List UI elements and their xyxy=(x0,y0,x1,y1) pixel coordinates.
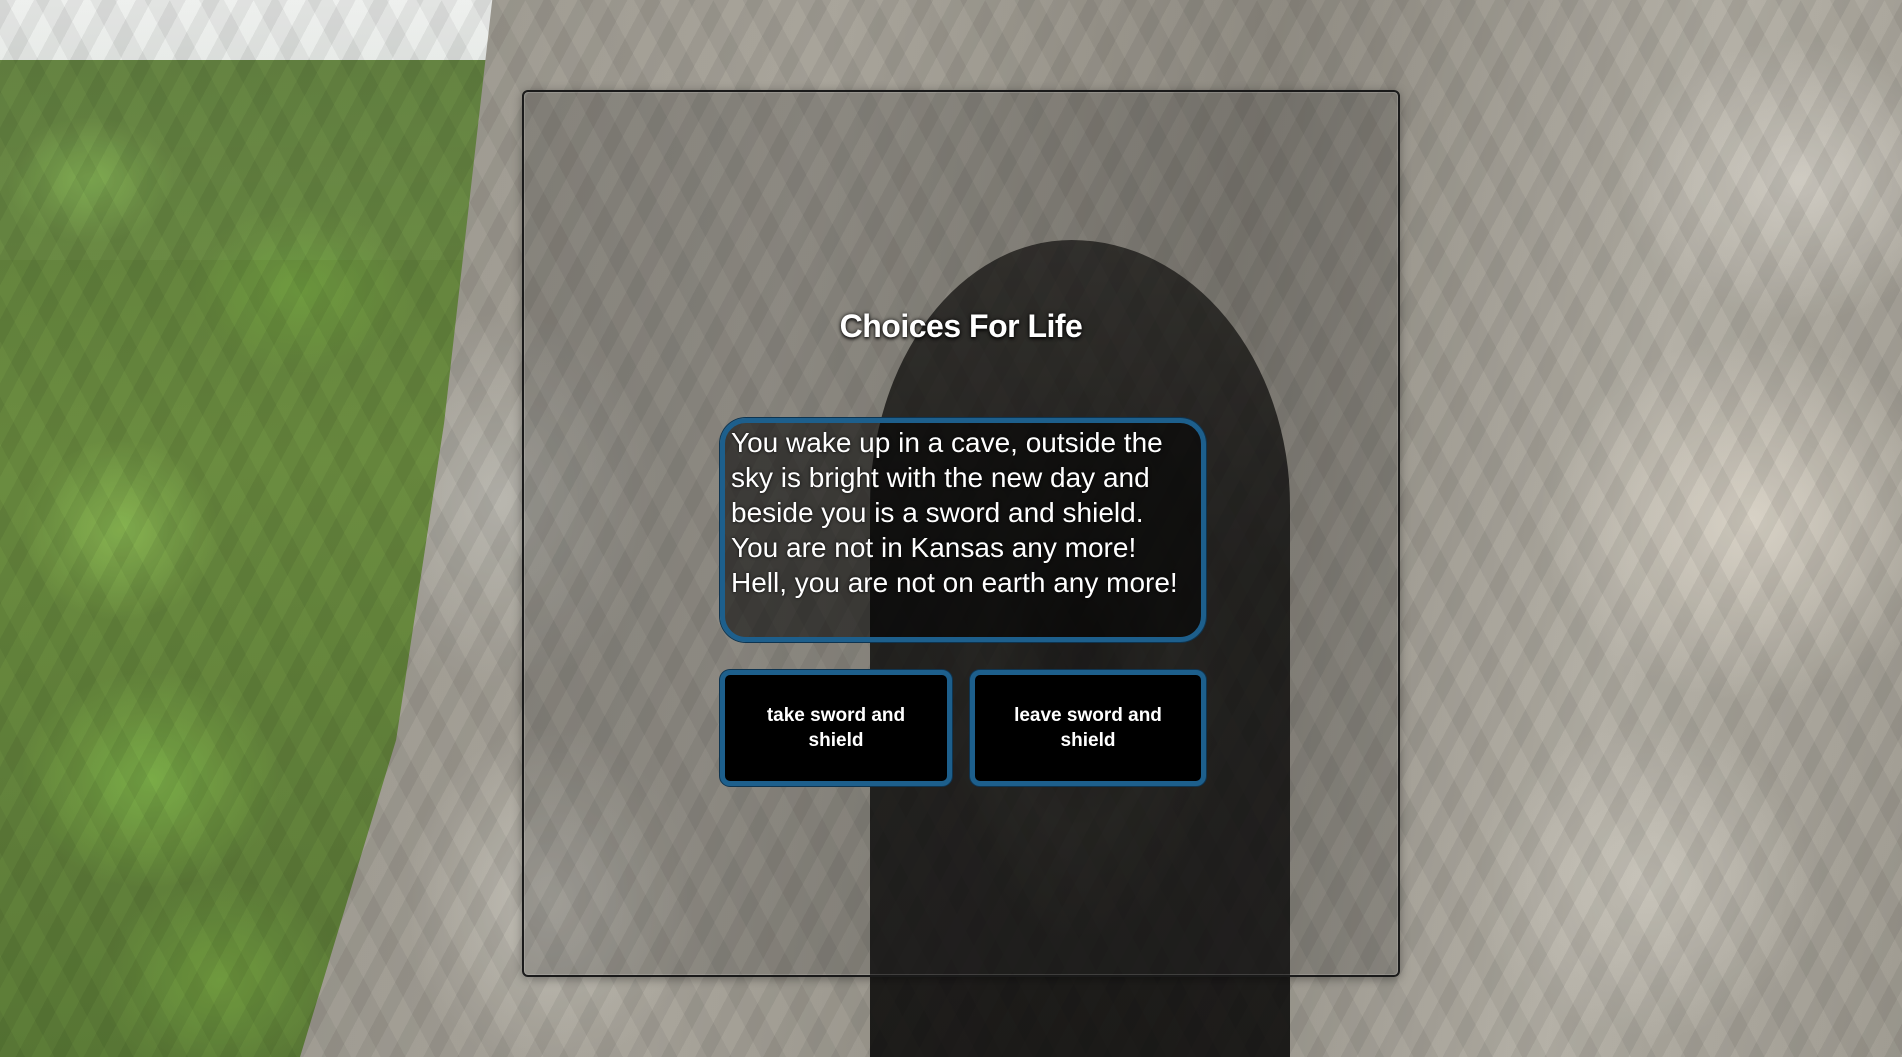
leave-sword-and-shield-button[interactable]: leave sword and shield xyxy=(970,670,1206,786)
choice-buttons: take sword and shield leave sword and sh… xyxy=(720,670,1206,786)
game-panel: Choices For Life You wake up in a cave, … xyxy=(522,90,1400,977)
game-title: Choices For Life xyxy=(839,308,1083,344)
take-sword-and-shield-button[interactable]: take sword and shield xyxy=(720,670,952,786)
story-text-box: You wake up in a cave, outside the sky i… xyxy=(720,418,1206,642)
